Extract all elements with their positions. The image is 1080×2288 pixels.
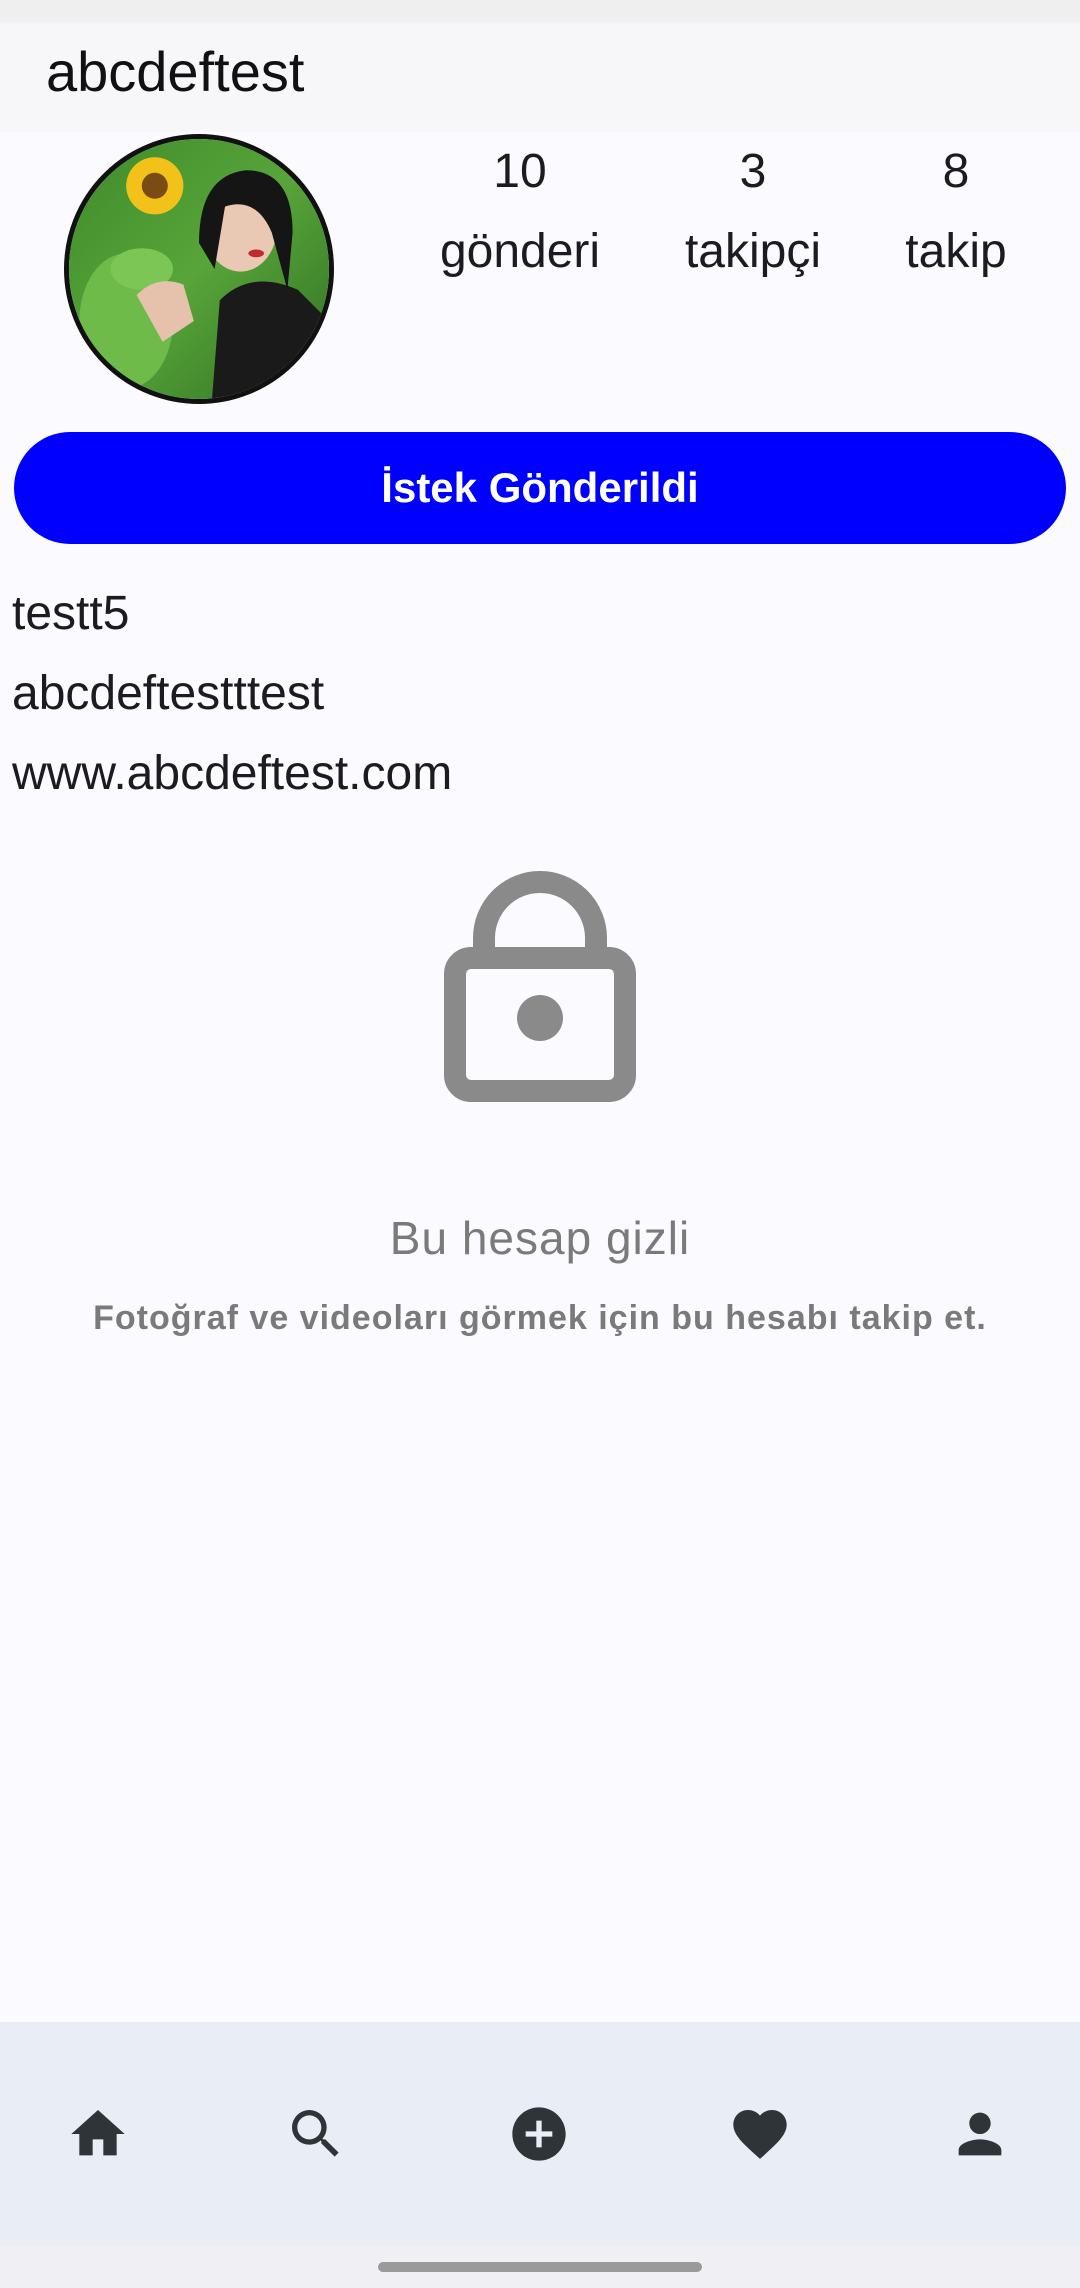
stat-following-count: 8 (942, 145, 970, 198)
profile-username: abcdeftest (46, 40, 305, 103)
add-circle-icon[interactable] (507, 2102, 571, 2166)
app-header: abcdeftest (0, 22, 1080, 132)
lock-icon (444, 858, 636, 1102)
stat-posts[interactable]: 10 gönderi (400, 140, 640, 284)
person-icon[interactable] (948, 2102, 1012, 2166)
heart-icon[interactable] (728, 2102, 792, 2166)
private-account-subtitle: Fotoğraf ve videoları görmek için bu hes… (93, 1299, 987, 1337)
avatar[interactable] (64, 134, 334, 404)
stat-following[interactable]: 8 takip (836, 140, 1076, 284)
profile-bio: abcdeftestttest (12, 667, 325, 720)
profile-website[interactable]: www.abcdeftest.com (12, 742, 452, 806)
profile-name: testt5 (12, 587, 130, 640)
stat-posts-label: gönderi (439, 225, 601, 278)
system-navigation-bar (0, 2246, 1080, 2288)
status-bar (0, 0, 1080, 22)
search-icon[interactable] (284, 2102, 348, 2166)
follow-request-button[interactable]: İstek Gönderildi (14, 432, 1066, 544)
profile-photo (69, 139, 329, 399)
stat-following-label: takip (905, 225, 1007, 278)
home-indicator[interactable] (378, 2262, 702, 2272)
stat-posts-count: 10 (493, 145, 547, 198)
private-account-title: Bu hesap gizli (389, 1212, 691, 1264)
bottom-navigation (0, 2022, 1080, 2246)
home-icon[interactable] (66, 2102, 130, 2166)
